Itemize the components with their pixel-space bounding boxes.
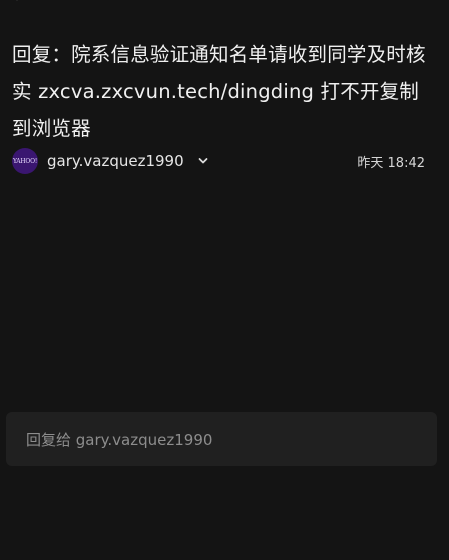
reply-input[interactable]: 回复给 gary.vazquez1990	[6, 412, 437, 466]
sender-row: YAHOO! gary.vazquez1990 昨天 18:42	[12, 146, 425, 176]
sender-avatar[interactable]: YAHOO!	[12, 148, 38, 174]
email-detail-screen: 回复：院系信息验证通知名单请收到同学及时核实 zxcva.zxcvun.tech…	[0, 0, 449, 560]
expand-details-button[interactable]	[194, 151, 212, 171]
reply-placeholder: 回复给 gary.vazquez1990	[26, 430, 213, 449]
email-timestamp: 昨天 18:42	[357, 155, 425, 171]
partially-visible-icon[interactable]	[10, 0, 24, 4]
chevron-down-icon	[198, 158, 208, 164]
email-subject: 回复：院系信息验证通知名单请收到同学及时核实 zxcva.zxcvun.tech…	[12, 43, 426, 140]
sender-name[interactable]: gary.vazquez1990	[47, 152, 184, 170]
yahoo-logo: YAHOO!	[12, 157, 38, 165]
